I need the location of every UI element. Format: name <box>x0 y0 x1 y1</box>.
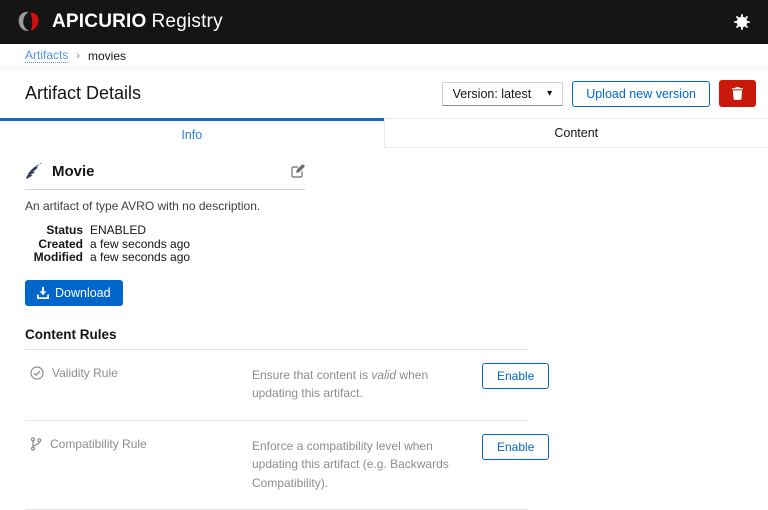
download-button[interactable]: Download <box>25 280 123 306</box>
page-header: Artifact Details Version: latest ▾ Uploa… <box>0 68 768 118</box>
breadcrumb-current: movies <box>88 49 126 63</box>
chevron-right-icon: › <box>76 50 80 62</box>
rule-description-text: Ensure that content is <box>252 368 371 382</box>
trash-icon <box>732 87 743 100</box>
meta-value: ENABLED <box>90 224 146 238</box>
brand-title-primary: APICURIO <box>52 11 147 32</box>
rule-label: Compatibility Rule <box>50 437 147 451</box>
meta-label: Created <box>25 238 83 252</box>
meta-value: a few seconds ago <box>90 251 190 265</box>
enable-validity-rule-button[interactable]: Enable <box>482 363 549 389</box>
artifact-metadata: Status ENABLED Created a few seconds ago… <box>25 224 768 265</box>
apicurio-logo-icon <box>16 9 43 36</box>
avro-type-icon <box>25 162 43 180</box>
delete-artifact-button[interactable] <box>719 80 756 107</box>
artifact-description: An artifact of type AVRO with no descrip… <box>25 199 768 213</box>
check-circle-icon <box>30 366 44 380</box>
download-button-label: Download <box>55 286 111 300</box>
tab-content[interactable]: Content <box>384 118 768 148</box>
rule-label: Validity Rule <box>52 366 118 380</box>
version-select[interactable]: Version: latest ▾ <box>442 82 564 106</box>
meta-row-created: Created a few seconds ago <box>25 238 768 252</box>
breadcrumb: Artifacts › movies <box>0 44 768 68</box>
artifact-name: Movie <box>52 163 95 180</box>
breadcrumb-link-artifacts[interactable]: Artifacts <box>25 48 68 63</box>
rule-description-text: Enforce a compatibility level when updat… <box>252 439 449 490</box>
brand[interactable]: APICURIORegistry <box>16 9 223 36</box>
artifact-title-row: Movie <box>25 162 305 190</box>
edit-metadata-button[interactable] <box>291 164 305 178</box>
edit-pencil-icon <box>291 164 305 178</box>
brand-title-secondary: Registry <box>152 11 223 32</box>
rule-row-validity: Validity Rule Ensure that content is val… <box>25 350 528 421</box>
rule-description: Ensure that content is valid when updati… <box>252 363 455 403</box>
rule-row-compatibility: Compatibility Rule Enforce a compatibili… <box>25 421 528 510</box>
info-panel: Movie An artifact of type AVRO with no d… <box>0 148 768 510</box>
caret-down-icon: ▾ <box>547 88 552 99</box>
tab-bar: Info Content <box>0 118 768 148</box>
page-title: Artifact Details <box>25 83 141 104</box>
content-rules-section: Content Rules Validity Rule Ensure that … <box>25 327 528 510</box>
tab-info[interactable]: Info <box>0 118 384 148</box>
meta-row-status: Status ENABLED <box>25 224 768 238</box>
code-branch-icon <box>30 437 42 451</box>
settings-button[interactable] <box>732 12 752 32</box>
enable-compatibility-rule-button[interactable]: Enable <box>482 434 549 460</box>
brand-title: APICURIORegistry <box>52 11 223 33</box>
gear-icon <box>734 14 750 30</box>
masthead: APICURIORegistry <box>0 0 768 44</box>
rule-description-em: valid <box>371 368 396 382</box>
version-select-value: Version: latest <box>453 87 532 101</box>
upload-new-version-button[interactable]: Upload new version <box>572 81 710 107</box>
meta-label: Modified <box>25 251 83 265</box>
content-rules-title: Content Rules <box>25 327 528 350</box>
meta-label: Status <box>25 224 83 238</box>
meta-value: a few seconds ago <box>90 238 190 252</box>
meta-row-modified: Modified a few seconds ago <box>25 251 768 265</box>
download-icon <box>37 287 49 299</box>
rule-description: Enforce a compatibility level when updat… <box>252 434 455 493</box>
